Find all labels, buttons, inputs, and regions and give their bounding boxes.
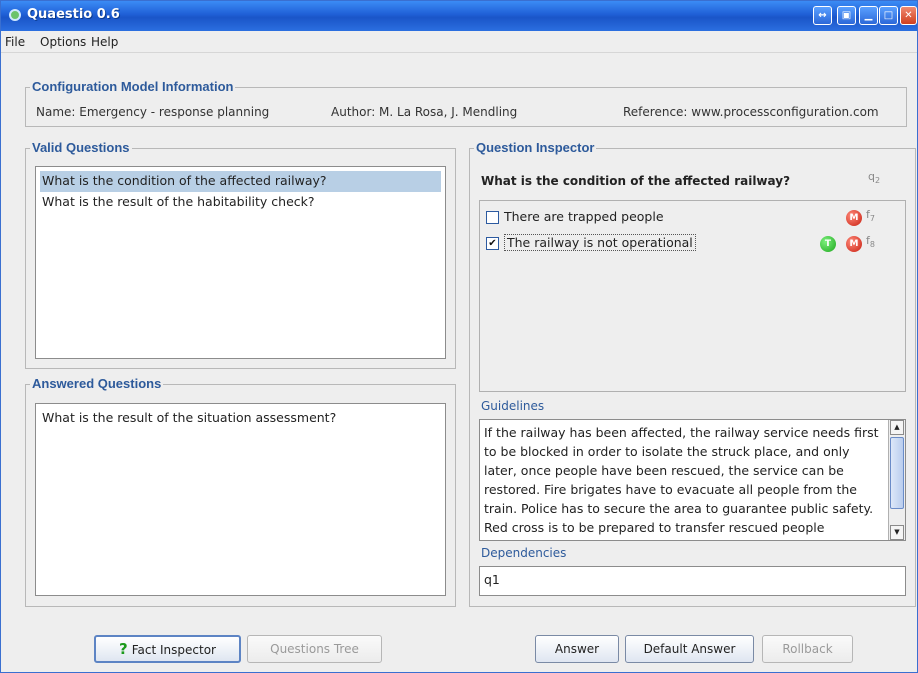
fact-id: f7 [866, 208, 875, 224]
valid-question-item[interactable]: What is the condition of the affected ra… [40, 171, 441, 192]
scroll-down-icon[interactable]: ▼ [890, 525, 904, 540]
mandatory-badge-icon: M [846, 210, 862, 226]
swap-icon[interactable]: ↔ [813, 6, 832, 25]
config-reference: Reference: www.processconfiguration.com [623, 105, 879, 119]
default-answer-button[interactable]: Default Answer [625, 635, 754, 663]
dependencies-field[interactable]: q1 [479, 566, 906, 596]
config-author: Author: M. La Rosa, J. Mendling [331, 105, 518, 119]
question-inspector-title: Question Inspector [474, 140, 597, 155]
valid-question-item[interactable]: What is the result of the habitability c… [40, 192, 441, 213]
menu-bar: File Options Help [1, 31, 917, 53]
menu-file[interactable]: File [5, 35, 25, 49]
answered-questions-list[interactable]: What is the result of the situation asse… [35, 403, 446, 596]
rollback-button[interactable]: Rollback [762, 635, 853, 663]
guidelines-scrollbar[interactable]: ▲ ▼ [888, 420, 905, 540]
maximize-icon[interactable]: □ [879, 6, 898, 25]
config-group-title: Configuration Model Information [30, 79, 236, 94]
facts-panel: There are trapped people M f7 ✔ The rail… [479, 200, 906, 392]
answered-questions-title: Answered Questions [30, 376, 164, 391]
config-name: Name: Emergency - response planning [36, 105, 270, 119]
config-group: Configuration Model Information Name: Em… [25, 79, 907, 127]
dependencies-label: Dependencies [481, 546, 567, 560]
question-id: q2 [868, 170, 881, 186]
guidelines-textarea[interactable]: If the railway has been affected, the ra… [479, 419, 906, 541]
fact-row[interactable]: ✔ The railway is not operational T M f8 [486, 233, 910, 255]
valid-questions-title: Valid Questions [30, 140, 132, 155]
inspected-question: What is the condition of the affected ra… [481, 174, 791, 188]
guidelines-label: Guidelines [481, 399, 545, 413]
mandatory-badge-icon: M [846, 236, 862, 252]
answer-button[interactable]: Answer [535, 635, 619, 663]
menu-options[interactable]: Options [40, 35, 86, 49]
valid-questions-group: Valid Questions What is the condition of… [25, 140, 456, 369]
fact-label[interactable]: The railway is not operational [504, 234, 696, 251]
title-bar[interactable]: Quaestio 0.6 ↔ ▣ ▁ □ ✕ [1, 1, 917, 31]
restore-icon[interactable]: ▣ [837, 6, 856, 25]
app-window: Quaestio 0.6 ↔ ▣ ▁ □ ✕ File Options Help… [0, 0, 918, 673]
guidelines-text: If the railway has been affected, the ra… [484, 425, 879, 535]
fact-row[interactable]: There are trapped people M f7 [486, 207, 910, 229]
fact-checkbox[interactable] [486, 211, 499, 224]
question-inspector-group: Question Inspector What is the condition… [469, 140, 916, 607]
answered-question-item[interactable]: What is the result of the situation asse… [40, 408, 441, 429]
fact-inspector-button[interactable]: ? Fact Inspector [94, 635, 241, 663]
fact-id: f8 [866, 234, 875, 250]
fact-label[interactable]: There are trapped people [504, 209, 664, 224]
valid-questions-list[interactable]: What is the condition of the affected ra… [35, 166, 446, 359]
menu-help[interactable]: Help [91, 35, 118, 49]
fact-checkbox-checked[interactable]: ✔ [486, 237, 499, 250]
answered-questions-group: Answered Questions What is the result of… [25, 376, 456, 607]
window-title: Quaestio 0.6 [27, 7, 120, 22]
true-badge-icon: T [820, 236, 836, 252]
scroll-thumb[interactable] [890, 437, 904, 509]
app-icon [9, 9, 21, 21]
scroll-up-icon[interactable]: ▲ [890, 420, 904, 435]
help-question-icon: ? [119, 640, 128, 658]
questions-tree-button[interactable]: Questions Tree [247, 635, 382, 663]
minimize-icon[interactable]: ▁ [859, 6, 878, 25]
close-icon[interactable]: ✕ [900, 6, 917, 25]
